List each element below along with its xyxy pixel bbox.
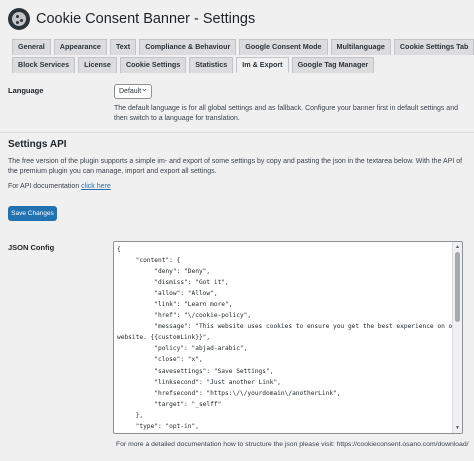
json-footer-note: For more a detailed documentation how to… xyxy=(116,441,469,448)
textarea-scrollbar[interactable]: ▲ ▼ xyxy=(452,242,462,433)
page-header: Cookie Consent Banner - Settings xyxy=(8,6,255,32)
settings-api-title: Settings API xyxy=(8,139,67,150)
scrollbar-thumb[interactable] xyxy=(455,252,460,322)
save-changes-button[interactable]: Save Changes xyxy=(8,206,57,221)
scroll-up-icon[interactable]: ▲ xyxy=(455,244,460,250)
api-doc-link[interactable]: click here xyxy=(81,183,111,190)
tab-google-tag-manager[interactable]: Google Tag Manager xyxy=(291,57,375,73)
tab-cookie-settings[interactable]: Cookie Settings xyxy=(119,57,187,73)
settings-api-description: The free version of the plugin supports … xyxy=(8,158,463,175)
tab-text[interactable]: Text xyxy=(109,39,137,55)
cookie-icon xyxy=(8,8,30,30)
tab-general[interactable]: General xyxy=(12,39,51,55)
tab-row-2: Block Services License Cookie Settings Stat… xyxy=(12,57,466,73)
language-select[interactable]: Default xyxy=(114,82,152,99)
tab-google-consent-mode[interactable]: Google Consent Mode xyxy=(239,39,328,55)
tab-block-services[interactable]: Block Services xyxy=(12,57,76,73)
tab-license[interactable]: License xyxy=(78,57,117,73)
separator xyxy=(0,132,474,133)
tab-statistics[interactable]: Statistics xyxy=(189,57,234,73)
json-config-code: { "content": { "deny": "Deny", "dismiss"… xyxy=(117,246,460,430)
json-config-textarea[interactable]: { "content": { "deny": "Deny", "dismiss"… xyxy=(113,241,463,434)
language-description: The default language is for all global s… xyxy=(114,105,458,122)
scroll-down-icon[interactable]: ▼ xyxy=(455,425,460,431)
language-select-value: Default xyxy=(119,88,142,95)
language-label: Language xyxy=(8,86,44,95)
tab-row-1: General Appearance Text Compliance & Behavi… xyxy=(12,39,474,55)
api-doc-prefix: For API documentation xyxy=(8,183,80,190)
tab-multilanguage[interactable]: Multilanguage xyxy=(330,39,391,55)
api-doc-line: For API documentation click here xyxy=(8,182,111,192)
tab-appearance[interactable]: Appearance xyxy=(53,39,107,55)
tab-compliance-behaviour[interactable]: Compliance & Behaviour xyxy=(139,39,237,55)
settings-tabs: General Appearance Text Compliance & Behavi… xyxy=(12,39,474,75)
tab-im-export[interactable]: Im & Export xyxy=(236,57,289,73)
json-config-label: JSON Config xyxy=(8,243,55,252)
page-title: Cookie Consent Banner - Settings xyxy=(36,11,256,27)
tab-cookie-settings-tab[interactable]: Cookie Settings Tab xyxy=(393,39,474,55)
